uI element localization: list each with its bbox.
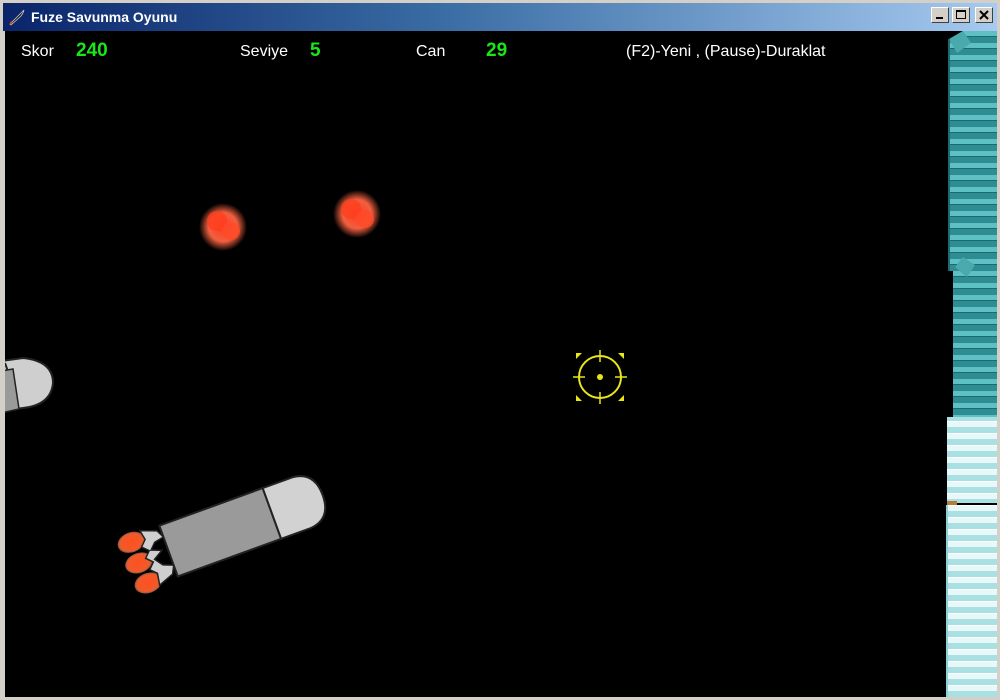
city-building-4	[946, 505, 997, 697]
minimize-icon	[936, 17, 943, 19]
maximize-button[interactable]	[952, 7, 970, 23]
window-title: Fuze Savunma Oyunu	[31, 9, 178, 25]
city-building-1	[948, 31, 997, 271]
city-building-3	[947, 417, 997, 505]
game-canvas[interactable]: Skor 240 Seviye 5 Can 29 (F2)-Yeni , (Pa…	[5, 31, 997, 697]
game-scene	[5, 31, 997, 697]
close-icon	[979, 10, 989, 20]
city-building-2	[953, 257, 997, 431]
title-bar[interactable]: Fuze Savunma Oyunu	[3, 3, 997, 31]
missile-partial	[5, 356, 55, 413]
minimize-button[interactable]	[931, 7, 949, 23]
explosion-2	[333, 190, 381, 238]
game-window: Fuze Savunma Oyunu Skor 240 Seviye 5 Can…	[0, 0, 1000, 700]
missile	[117, 475, 327, 594]
crosshair-icon[interactable]	[573, 350, 627, 404]
close-button[interactable]	[975, 7, 993, 23]
explosion-1	[199, 203, 247, 251]
rocket-icon	[9, 9, 25, 26]
maximize-icon	[956, 10, 966, 19]
